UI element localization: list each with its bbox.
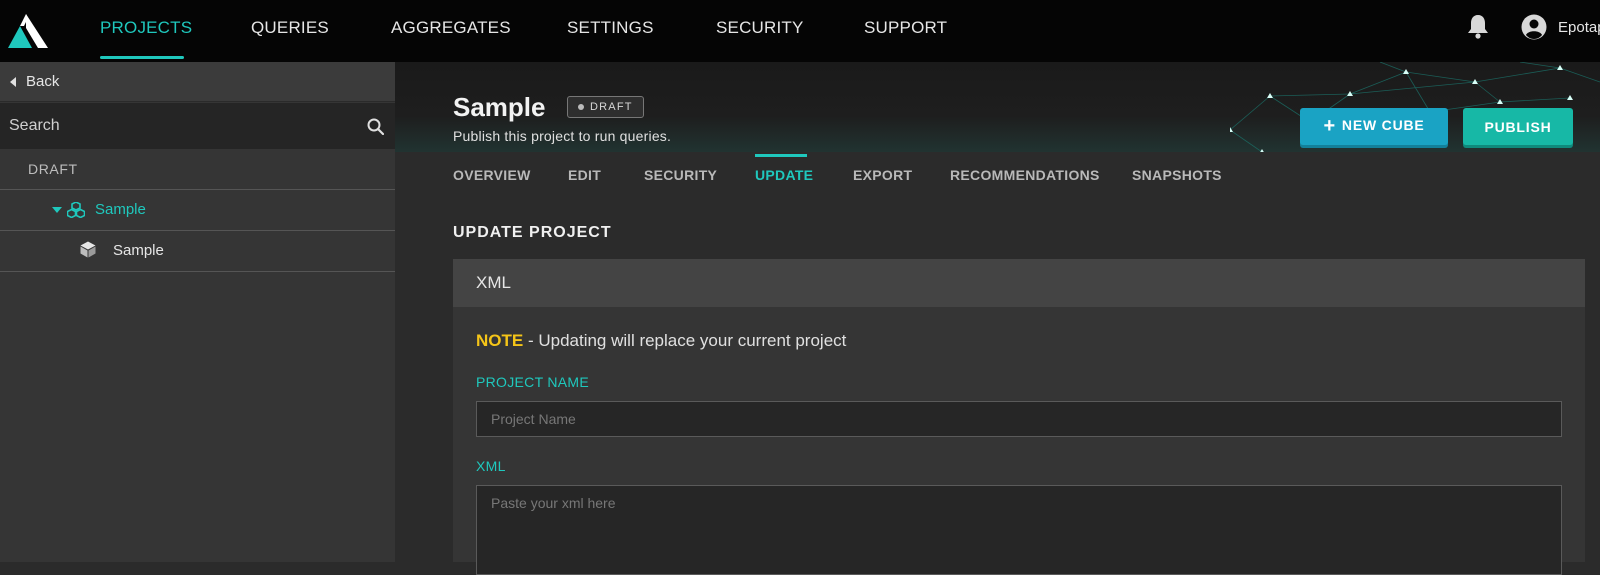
nav-settings[interactable]: SETTINGS: [567, 0, 654, 62]
status-dot-icon: [578, 104, 584, 110]
status-badge: DRAFT: [567, 96, 644, 118]
back-button[interactable]: Back: [0, 62, 395, 102]
caret-left-icon: [10, 77, 16, 87]
plus-icon: +: [1323, 115, 1336, 137]
update-note: NOTE - Updating will replace your curren…: [476, 331, 846, 351]
tab-edit[interactable]: EDIT: [568, 154, 601, 198]
bell-icon[interactable]: [1466, 13, 1490, 39]
tab-update[interactable]: UPDATE: [755, 154, 813, 198]
search-icon[interactable]: [367, 118, 384, 135]
project-header: Sample DRAFT Publish this project to run…: [395, 62, 1600, 152]
project-name-field[interactable]: [476, 401, 1562, 437]
tab-recommendations[interactable]: RECOMMENDATIONS: [950, 154, 1100, 198]
tab-snapshots[interactable]: SNAPSHOTS: [1132, 154, 1222, 198]
cube-icon: [80, 241, 96, 258]
new-cube-button-label: NEW CUBE: [1341, 117, 1425, 133]
xml-label: XML: [476, 458, 506, 474]
note-text: - Updating will replace your current pro…: [523, 331, 847, 350]
tree-item-cube-label: Sample: [113, 242, 164, 259]
note-key: NOTE: [476, 331, 524, 350]
top-nav-bar: PROJECTS QUERIES AGGREGATES SETTINGS SEC…: [0, 0, 1600, 62]
panel-title: XML: [476, 273, 511, 292]
nav-support[interactable]: SUPPORT: [864, 0, 947, 62]
draft-group-label: DRAFT: [28, 161, 78, 177]
tree-item-cube[interactable]: Sample: [0, 231, 395, 272]
main-content: Sample DRAFT Publish this project to run…: [395, 62, 1600, 575]
publish-button[interactable]: PUBLISH: [1463, 108, 1573, 145]
nav-active-indicator: [100, 56, 184, 59]
project-name-label: PROJECT NAME: [476, 374, 590, 390]
sidebar: Back DRAFT Sample Sample: [0, 62, 395, 562]
section-title: UPDATE PROJECT: [453, 224, 612, 241]
tab-export[interactable]: EXPORT: [853, 154, 912, 198]
draft-group-header: DRAFT: [0, 149, 395, 190]
username[interactable]: Epotap: [1558, 0, 1600, 62]
new-cube-button[interactable]: + NEW CUBE: [1300, 108, 1448, 145]
cubes-icon: [67, 202, 85, 218]
page-title: Sample: [453, 92, 546, 122]
app-logo[interactable]: [8, 12, 48, 48]
tree-item-project-label: Sample: [95, 201, 146, 218]
nav-projects[interactable]: PROJECTS: [100, 0, 192, 62]
search-input[interactable]: [0, 103, 360, 149]
tab-overview[interactable]: OVERVIEW: [453, 154, 531, 198]
nav-aggregates[interactable]: AGGREGATES: [391, 0, 511, 62]
panel-header: XML: [453, 259, 1585, 307]
user-circle-icon[interactable]: [1521, 14, 1547, 40]
tree-item-project[interactable]: Sample: [0, 190, 395, 231]
sidebar-search: [0, 103, 395, 149]
nav-queries[interactable]: QUERIES: [251, 0, 329, 62]
xml-panel: XML NOTE - Updating will replace your cu…: [453, 259, 1585, 575]
nav-security[interactable]: SECURITY: [716, 0, 804, 62]
status-badge-label: DRAFT: [590, 101, 633, 113]
back-label: Back: [26, 73, 60, 90]
caret-down-icon[interactable]: [52, 207, 62, 213]
page-subtitle: Publish this project to run queries.: [453, 128, 672, 144]
tab-active-indicator: [755, 154, 807, 157]
tab-security[interactable]: SECURITY: [644, 154, 717, 198]
